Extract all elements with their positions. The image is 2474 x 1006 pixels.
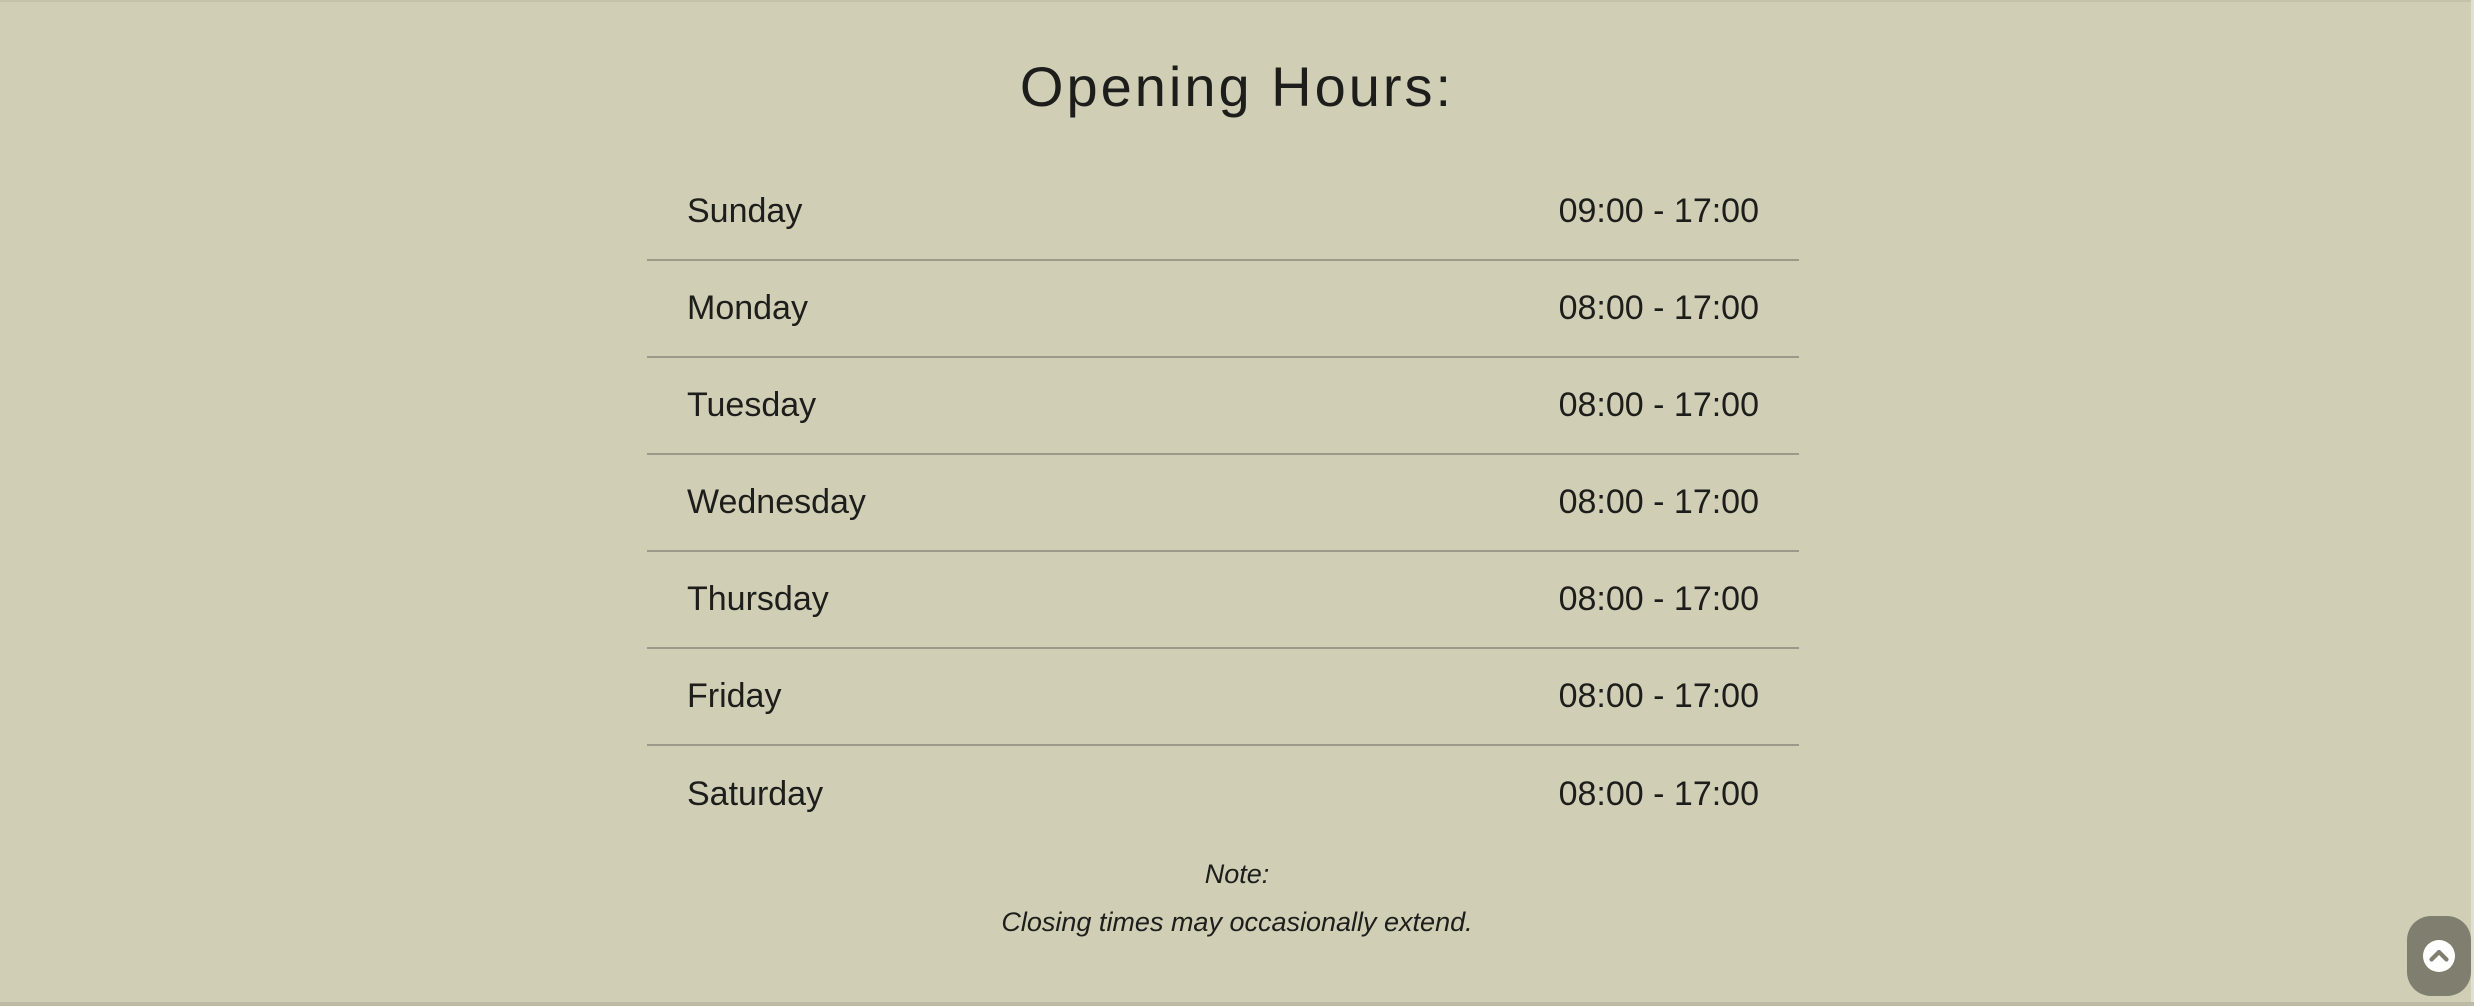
- chevron-up-circle-icon: [2423, 940, 2455, 972]
- day-label: Friday: [687, 677, 782, 715]
- page-bottom-border: [0, 1002, 2474, 1006]
- day-label: Wednesday: [687, 483, 866, 521]
- page-top-border: [0, 0, 2474, 2]
- note-label: Note:: [1204, 859, 1270, 889]
- time-range: 08:00 - 17:00: [1558, 580, 1759, 618]
- time-range: 08:00 - 17:00: [1558, 775, 1759, 813]
- time-range: 08:00 - 17:00: [1558, 677, 1759, 715]
- time-range: 08:00 - 17:00: [1558, 386, 1759, 424]
- note-block: Note: Closing times may occasionally ext…: [0, 856, 2474, 940]
- day-label: Saturday: [687, 775, 824, 813]
- hours-row-thursday: Thursday 08:00 - 17:00: [647, 552, 1799, 649]
- time-range: 08:00 - 17:00: [1558, 289, 1759, 327]
- day-label: Sunday: [687, 192, 803, 230]
- hours-row-sunday: Sunday 09:00 - 17:00: [647, 164, 1799, 261]
- day-label: Tuesday: [687, 386, 817, 424]
- hours-row-friday: Friday 08:00 - 17:00: [647, 649, 1799, 746]
- hours-row-saturday: Saturday 08:00 - 17:00: [647, 746, 1799, 843]
- time-range: 09:00 - 17:00: [1558, 192, 1759, 230]
- note-text: Closing times may occasionally extend.: [1001, 907, 1473, 937]
- scroll-to-top-button[interactable]: [2407, 916, 2471, 996]
- page-title: Opening Hours:: [1019, 55, 1455, 118]
- time-range: 08:00 - 17:00: [1558, 483, 1759, 521]
- opening-hours-table: Sunday 09:00 - 17:00 Monday 08:00 - 17:0…: [647, 164, 1799, 843]
- hours-row-monday: Monday 08:00 - 17:00: [647, 261, 1799, 358]
- hours-row-wednesday: Wednesday 08:00 - 17:00: [647, 455, 1799, 552]
- day-label: Monday: [687, 289, 808, 327]
- hours-row-tuesday: Tuesday 08:00 - 17:00: [647, 358, 1799, 455]
- day-label: Thursday: [687, 580, 829, 618]
